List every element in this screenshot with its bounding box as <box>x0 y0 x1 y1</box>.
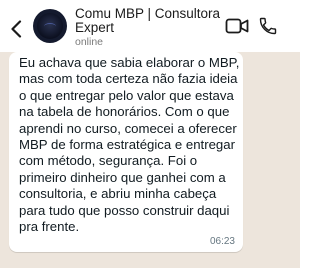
voice-call-button[interactable] <box>257 15 279 37</box>
avatar[interactable] <box>33 9 67 43</box>
contact-info[interactable]: Comu MBP | Consultora Expert online <box>75 6 225 49</box>
contact-name: Comu MBP | Consultora Expert <box>75 6 221 35</box>
avatar-image <box>37 13 63 39</box>
message-text: Eu achava que sabia elaborar o MBP, mas … <box>19 55 240 235</box>
phone-call-icon <box>259 17 277 35</box>
back-button[interactable] <box>6 17 26 41</box>
video-call-button[interactable] <box>225 16 249 36</box>
chevron-left-icon <box>11 20 22 38</box>
message-bubble[interactable]: Eu achava que sabia elaborar o MBP, mas … <box>9 52 243 252</box>
avatar-logo-mark <box>44 22 56 30</box>
message-timestamp: 06:23 <box>209 236 235 247</box>
video-call-icon <box>225 18 249 34</box>
chat-header: Comu MBP | Consultora Expert online <box>0 0 300 52</box>
contact-status: online <box>75 36 104 48</box>
chat-screen: Comu MBP | Consultora Expert online Eu a… <box>0 0 300 268</box>
chat-area[interactable]: Eu achava que sabia elaborar o MBP, mas … <box>0 52 300 268</box>
